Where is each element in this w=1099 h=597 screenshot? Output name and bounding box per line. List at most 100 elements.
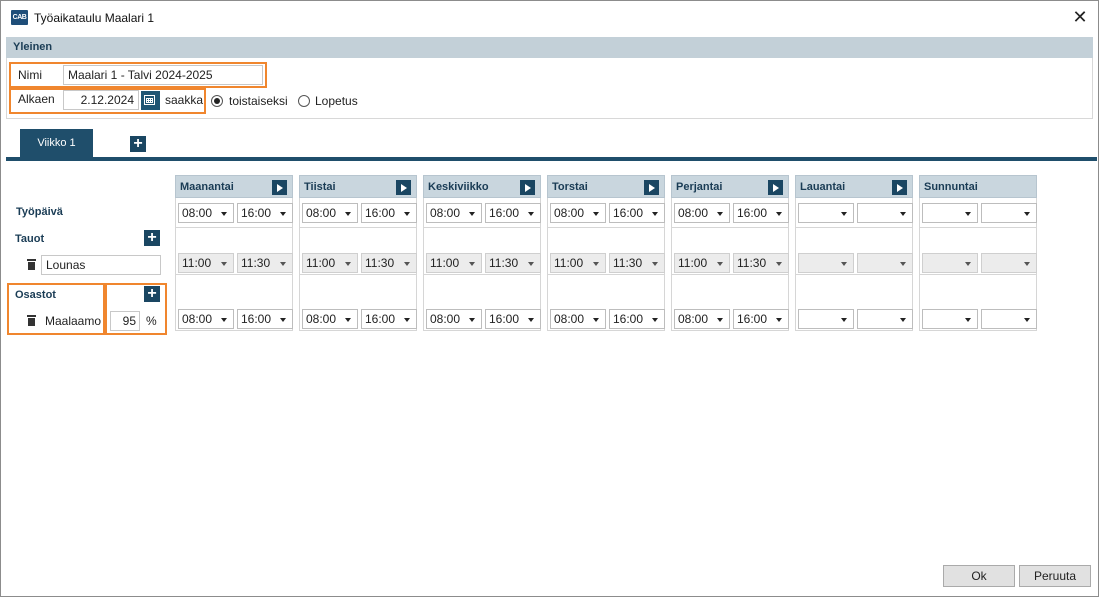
dept-end-select[interactable]: 16:00 <box>361 309 417 329</box>
radio-end[interactable] <box>298 95 310 107</box>
copy-day-arrow-icon[interactable] <box>520 180 535 195</box>
day-header: Torstai <box>547 175 665 198</box>
ok-button[interactable]: Ok <box>943 565 1015 587</box>
dept-start-select[interactable]: 08:00 <box>302 309 358 329</box>
department-percent-input[interactable]: 95 <box>110 311 140 331</box>
break-end-select[interactable]: 11:30 <box>485 253 541 273</box>
break-cell: 11:00 11:30 <box>299 228 417 275</box>
department-cell: 08:00 16:00 <box>175 275 293 331</box>
break-end-select[interactable]: 11:30 <box>237 253 293 273</box>
dept-start-select[interactable] <box>798 309 854 329</box>
dept-end-select[interactable]: 16:00 <box>609 309 665 329</box>
work-end-select[interactable]: 16:00 <box>485 203 541 223</box>
day-name: Keskiviikko <box>428 181 489 193</box>
add-department-plus-icon[interactable]: + <box>144 286 160 302</box>
department-cell <box>795 275 913 331</box>
break-end-select[interactable] <box>857 253 913 273</box>
break-start-select[interactable]: 11:00 <box>550 253 606 273</box>
break-cell: 11:00 11:30 <box>175 228 293 275</box>
dept-end-select[interactable] <box>857 309 913 329</box>
work-start-select[interactable] <box>798 203 854 223</box>
department-name: Maalaamo <box>45 314 102 328</box>
day-column-sunday: Sunnuntai <box>919 175 1037 331</box>
dept-start-select[interactable]: 08:00 <box>178 309 234 329</box>
work-start-select[interactable]: 08:00 <box>674 203 730 223</box>
general-section-title: Yleinen <box>13 41 53 53</box>
break-end-select[interactable]: 11:30 <box>361 253 417 273</box>
dept-end-select[interactable]: 16:00 <box>485 309 541 329</box>
day-name: Torstai <box>552 181 588 193</box>
copy-day-arrow-icon[interactable] <box>644 180 659 195</box>
add-break-plus-icon[interactable]: + <box>144 230 160 246</box>
name-input[interactable]: Maalari 1 - Talvi 2024-2025 <box>63 65 263 85</box>
tab-week-1[interactable]: Viikko 1 <box>20 129 93 157</box>
break-cell <box>919 228 1037 275</box>
start-label: Alkaen <box>18 92 55 106</box>
work-end-select[interactable] <box>857 203 913 223</box>
cancel-button[interactable]: Peruuta <box>1019 565 1091 587</box>
dept-start-select[interactable] <box>922 309 978 329</box>
day-header: Keskiviikko <box>423 175 541 198</box>
dept-end-select[interactable]: 16:00 <box>237 309 293 329</box>
copy-day-arrow-icon[interactable] <box>272 180 287 195</box>
start-date-input[interactable]: 2.12.2024 <box>63 90 139 110</box>
dept-start-select[interactable]: 08:00 <box>674 309 730 329</box>
break-end-select[interactable]: 11:30 <box>733 253 789 273</box>
dept-start-select[interactable]: 08:00 <box>550 309 606 329</box>
dept-start-select[interactable]: 08:00 <box>426 309 482 329</box>
title-bar: CAB Työaikataulu Maalari 1 ✕ <box>1 1 1098 35</box>
calendar-icon[interactable] <box>141 91 160 110</box>
until-label: saakka <box>165 93 204 107</box>
break-end-select[interactable] <box>981 253 1037 273</box>
day-column-wednesday: Keskiviikko 08:00 16:00 11:00 11:30 08:0… <box>423 175 541 331</box>
break-name-input[interactable]: Lounas <box>41 255 161 275</box>
work-end-select[interactable]: 16:00 <box>609 203 665 223</box>
close-icon[interactable]: ✕ <box>1068 5 1092 29</box>
work-start-select[interactable]: 08:00 <box>550 203 606 223</box>
day-column-tuesday: Tiistai 08:00 16:00 11:00 11:30 08:00 16… <box>299 175 417 331</box>
add-week-plus-icon[interactable]: + <box>130 136 146 152</box>
break-cell: 11:00 11:30 <box>423 228 541 275</box>
break-end-select[interactable]: 11:30 <box>609 253 665 273</box>
dept-end-select[interactable]: 16:00 <box>733 309 789 329</box>
day-name: Maanantai <box>180 181 234 193</box>
radio-indefinite-label[interactable]: toistaiseksi <box>229 94 288 108</box>
dept-end-select[interactable] <box>981 309 1037 329</box>
break-start-select[interactable]: 11:00 <box>674 253 730 273</box>
radio-end-label[interactable]: Lopetus <box>315 94 358 108</box>
break-start-select[interactable] <box>922 253 978 273</box>
work-end-select[interactable]: 16:00 <box>733 203 789 223</box>
day-column-monday: Maanantai 08:00 16:00 11:00 11:30 08:00 … <box>175 175 293 331</box>
work-start-select[interactable]: 08:00 <box>178 203 234 223</box>
break-start-select[interactable]: 11:00 <box>302 253 358 273</box>
work-end-select[interactable] <box>981 203 1037 223</box>
workday-cell: 08:00 16:00 <box>175 198 293 228</box>
app-logo-icon: CAB <box>11 10 28 25</box>
copy-day-arrow-icon[interactable] <box>768 180 783 195</box>
workday-cell <box>795 198 913 228</box>
break-start-select[interactable]: 11:00 <box>178 253 234 273</box>
radio-indefinite[interactable] <box>211 95 223 107</box>
breaks-row-label: Tauot <box>15 233 45 245</box>
day-column-thursday: Torstai 08:00 16:00 11:00 11:30 08:00 16… <box>547 175 665 331</box>
work-start-select[interactable] <box>922 203 978 223</box>
break-start-select[interactable]: 11:00 <box>426 253 482 273</box>
department-cell: 08:00 16:00 <box>671 275 789 331</box>
delete-department-trash-icon[interactable] <box>27 315 36 326</box>
work-end-select[interactable]: 16:00 <box>361 203 417 223</box>
delete-break-trash-icon[interactable] <box>27 259 36 270</box>
work-end-select[interactable]: 16:00 <box>237 203 293 223</box>
break-start-select[interactable] <box>798 253 854 273</box>
day-header: Lauantai <box>795 175 913 198</box>
department-cell: 08:00 16:00 <box>299 275 417 331</box>
day-column-saturday: Lauantai <box>795 175 913 331</box>
departments-row-label: Osastot <box>15 289 56 301</box>
workday-cell: 08:00 16:00 <box>547 198 665 228</box>
workday-cell: 08:00 16:00 <box>299 198 417 228</box>
copy-day-arrow-icon[interactable] <box>396 180 411 195</box>
department-cell <box>919 275 1037 331</box>
work-start-select[interactable]: 08:00 <box>426 203 482 223</box>
copy-day-arrow-icon[interactable] <box>892 180 907 195</box>
work-start-select[interactable]: 08:00 <box>302 203 358 223</box>
tab-underline <box>6 157 1097 161</box>
